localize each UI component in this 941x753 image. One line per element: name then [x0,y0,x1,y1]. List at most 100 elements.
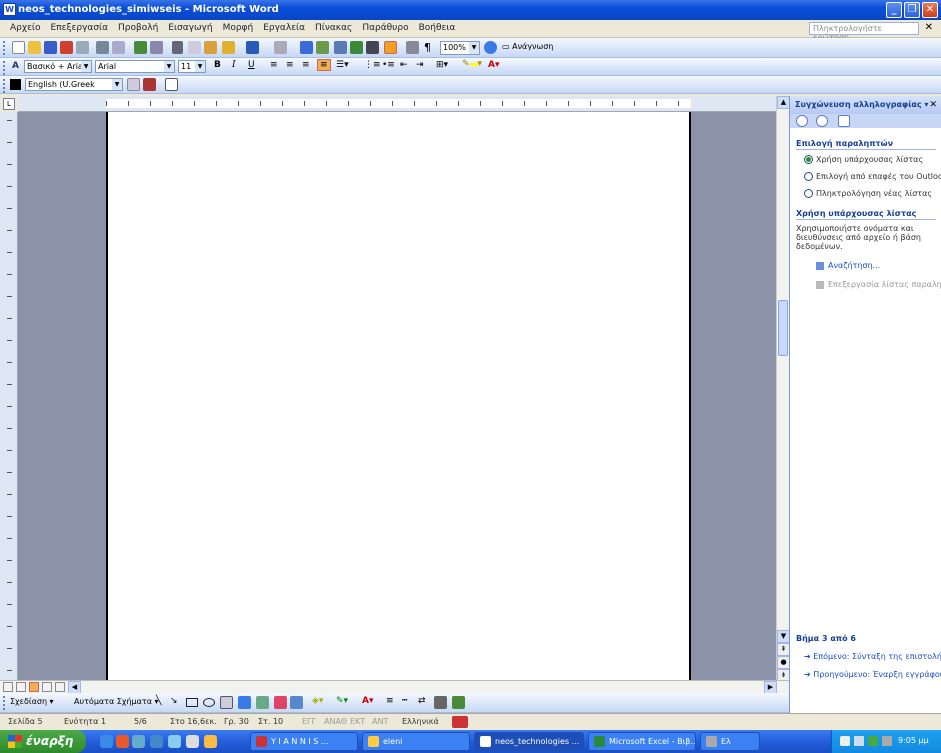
normal-view-button[interactable] [3,682,13,692]
new-document-icon[interactable] [12,41,25,54]
align-right-button[interactable]: ≡ [302,60,310,70]
clipart-icon[interactable] [274,696,287,709]
quicklaunch-app-icon[interactable] [186,735,199,748]
horizontal-ruler[interactable] [18,96,776,112]
edit-recipient-list-link[interactable]: Επεξεργασία λίστας παραληπτών... [816,280,941,289]
quicklaunch-desktop-icon[interactable] [168,735,181,748]
spelling-icon[interactable] [134,41,147,54]
tray-clock[interactable]: 9:05 μμ [898,736,929,745]
close-button[interactable]: ✕ [922,2,938,18]
scroll-thumb[interactable] [778,300,788,356]
status-record[interactable]: ΕΓΓ [302,717,316,726]
draw-menu-button[interactable]: Σχεδίαση ▾ [10,697,54,706]
dash-style-icon[interactable]: ┅ [402,696,407,706]
tray-security-icon[interactable] [868,736,878,746]
zoom-select[interactable]: 100% ▼ [440,41,480,55]
previous-step-link[interactable]: ➔ Προηγούμενο: Έναρξη εγγράφου [804,670,941,679]
taskbar-item-2[interactable]: eleni [362,732,470,751]
toolbar-grip[interactable] [3,41,6,55]
horizontal-scrollbar[interactable]: ◀ ▶ [0,680,789,694]
tables-borders-icon[interactable] [316,41,329,54]
outline-view-button[interactable] [42,682,52,692]
task-pane-close-icon[interactable]: ✕ [929,100,937,110]
quicklaunch-ie-icon[interactable] [100,735,113,748]
justify-button[interactable]: ≡ [317,59,331,71]
diagram-icon[interactable] [256,696,269,709]
quicklaunch-outlook-icon[interactable] [150,735,163,748]
line-spacing-button[interactable]: ☰▾ [336,60,349,70]
research-icon[interactable] [150,41,163,54]
quicklaunch-media-icon[interactable] [116,735,129,748]
open-folder-icon[interactable] [28,41,41,54]
style-select[interactable]: Βασικό + Arial, ▼ [24,60,92,73]
wordart-icon[interactable] [238,696,251,709]
taskbar-item-excel[interactable]: Microsoft Excel - Βιβ... [588,732,696,751]
toolbar-grip-3[interactable] [3,79,6,93]
keyboard-icon[interactable] [143,78,156,91]
vertical-scrollbar[interactable]: ▲ ▼ ⇞ ● ⇟ [776,96,790,682]
read-button[interactable]: ▭ Ανάγνωση [502,42,553,51]
language-select[interactable]: English (U.Greek ▼ [25,78,123,91]
numbering-button[interactable]: ⋮≡ [364,60,381,70]
maximize-button[interactable]: ❐ [904,2,920,18]
back-arrow-icon[interactable] [796,115,808,127]
tray-volume-icon[interactable] [854,736,864,746]
align-center-button[interactable]: ≡ [286,60,294,70]
decrease-indent-button[interactable]: ⇤ [400,60,408,70]
menu-file[interactable]: Αρχείο [0,20,46,36]
insert-table-icon[interactable] [334,41,347,54]
3d-icon[interactable] [452,696,465,709]
insert-excel-icon[interactable] [350,41,363,54]
increase-indent-button[interactable]: ⇥ [416,60,424,70]
picture-icon[interactable] [290,696,303,709]
copy-icon[interactable] [188,41,201,54]
borders-button[interactable]: ⊞▾ [436,60,448,70]
browse-link[interactable]: Αναζήτηση... [816,261,880,270]
hyperlink-icon[interactable] [300,41,313,54]
font-size-select[interactable]: 11 ▼ [178,60,206,73]
fill-color-icon[interactable]: ◈▾ [312,696,323,706]
close-document-icon[interactable]: ✕ [925,22,933,33]
menu-view[interactable]: Προβολή [113,20,163,36]
oval-tool-icon[interactable] [203,698,215,707]
highlight-button[interactable]: ✎ ▾ [462,59,482,69]
arrow-style-icon[interactable]: ⇄ [418,696,426,706]
document-page[interactable] [106,112,691,680]
permission-icon[interactable] [60,41,73,54]
shadow-icon[interactable] [434,696,447,709]
reading-view-button[interactable] [55,682,65,692]
align-left-button[interactable]: ≡ [270,60,278,70]
font-color-button[interactable]: A▾ [488,60,499,70]
styles-icon[interactable]: A [12,61,19,71]
undo-icon[interactable] [246,41,259,54]
italic-button[interactable]: I [232,60,236,70]
print-layout-button[interactable] [29,682,39,692]
taskbar-item-word[interactable]: neos_technologies ... [474,732,584,751]
font-select[interactable]: Arial ▼ [95,60,175,73]
line-color-icon[interactable]: ✎▾ [336,696,348,706]
tray-network-icon[interactable] [840,736,850,746]
help-question-input[interactable]: Πληκτρολογήστε ερώτηση [809,22,919,42]
cut-icon[interactable] [172,41,183,54]
bullets-button[interactable]: •≡ [382,60,395,70]
email-icon[interactable] [76,41,89,54]
status-track-changes[interactable]: ΑΝΑΘ [324,717,347,726]
menu-tools[interactable]: Εργαλεία [258,20,310,36]
menu-help[interactable]: Βοήθεια [414,20,461,36]
taskbar-item-5[interactable]: Eλ [700,732,760,751]
underline-button[interactable]: U [248,60,255,70]
minimize-button[interactable]: _ [886,2,902,18]
columns-icon[interactable] [366,41,379,54]
tray-app-icon[interactable] [882,736,892,746]
print-preview-icon[interactable] [112,41,125,54]
toolbar-grip-2[interactable] [3,61,6,75]
radio-outlook-contacts[interactable]: Επιλογή από επαφές του Outlook [804,172,941,181]
translate-icon[interactable] [165,78,178,91]
start-button[interactable]: έναρξη [0,730,86,753]
save-icon[interactable] [44,41,57,54]
menu-window[interactable]: Παράθυρο [357,20,413,36]
radio-type-new-list[interactable]: Πληκτρολόγηση νέας λίστας [804,189,932,198]
menu-edit[interactable]: Επεξεργασία [46,20,114,36]
menu-insert[interactable]: Εισαγωγή [163,20,217,36]
document-map-icon[interactable] [406,41,419,54]
